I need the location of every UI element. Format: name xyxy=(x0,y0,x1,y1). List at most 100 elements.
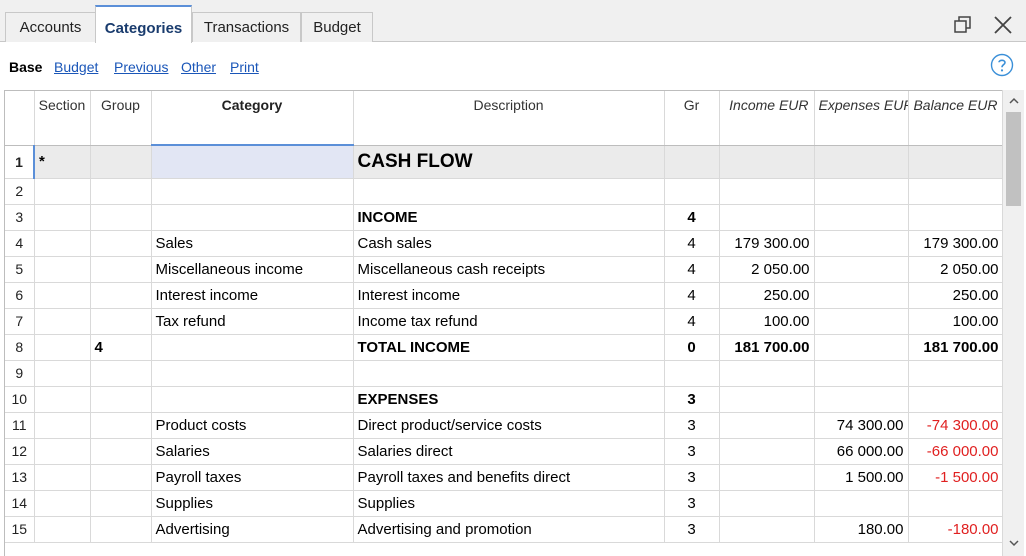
expenses-cell[interactable] xyxy=(814,360,909,387)
gr-cell[interactable]: 3 xyxy=(664,516,720,543)
balance-cell[interactable]: -180.00 xyxy=(908,516,1002,543)
income-cell[interactable] xyxy=(719,145,815,179)
expenses-cell[interactable] xyxy=(814,230,909,257)
row-number[interactable]: 2 xyxy=(5,178,35,205)
balance-cell[interactable]: 2 050.00 xyxy=(908,256,1002,283)
category-cell[interactable]: Payroll taxes xyxy=(151,464,354,491)
table-row[interactable]: 13 Payroll taxes Payroll taxes and benef… xyxy=(5,464,1002,491)
expenses-cell[interactable]: 74 300.00 xyxy=(814,412,909,439)
category-cell[interactable] xyxy=(151,360,354,387)
section-cell[interactable] xyxy=(34,464,91,491)
gr-cell[interactable]: 3 xyxy=(664,412,720,439)
group-cell[interactable]: 4 xyxy=(90,334,152,361)
table-row[interactable]: 6 Interest income Interest income 4 250.… xyxy=(5,282,1002,309)
table-row[interactable]: 11 Product costs Direct product/service … xyxy=(5,412,1002,439)
category-cell[interactable]: Tax refund xyxy=(151,308,354,335)
expenses-cell[interactable] xyxy=(814,145,909,179)
view-previous[interactable]: Previous xyxy=(114,59,168,75)
expenses-cell[interactable]: 180.00 xyxy=(814,516,909,543)
category-cell[interactable] xyxy=(151,386,354,413)
restore-window-icon[interactable] xyxy=(952,14,974,36)
gr-cell[interactable]: 3 xyxy=(664,464,720,491)
income-cell[interactable]: 250.00 xyxy=(719,282,815,309)
category-cell[interactable]: Miscellaneous income xyxy=(151,256,354,283)
table-row[interactable]: 12 Salaries Salaries direct 3 66 000.00 … xyxy=(5,438,1002,465)
table-row[interactable]: 14 Supplies Supplies 3 xyxy=(5,490,1002,517)
table-row[interactable]: 5 Miscellaneous income Miscellaneous cas… xyxy=(5,256,1002,283)
column-header-category[interactable]: Category xyxy=(151,91,354,146)
gr-cell[interactable]: 4 xyxy=(664,308,720,335)
table-row[interactable]: 2 xyxy=(5,178,1002,205)
gr-cell[interactable]: 4 xyxy=(664,256,720,283)
group-cell[interactable] xyxy=(90,464,152,491)
description-cell[interactable]: INCOME xyxy=(353,204,665,231)
row-number[interactable]: 13 xyxy=(5,464,35,491)
description-cell[interactable]: Cash sales xyxy=(353,230,665,257)
table-row[interactable]: 10 EXPENSES 3 xyxy=(5,386,1002,413)
tab-transactions[interactable]: Transactions xyxy=(192,12,301,42)
column-header-group[interactable]: Group xyxy=(90,91,152,146)
balance-cell[interactable]: 179 300.00 xyxy=(908,230,1002,257)
income-cell[interactable]: 100.00 xyxy=(719,308,815,335)
section-cell[interactable] xyxy=(34,282,91,309)
expenses-cell[interactable] xyxy=(814,282,909,309)
expenses-cell[interactable]: 66 000.00 xyxy=(814,438,909,465)
row-number[interactable]: 9 xyxy=(5,360,35,387)
row-number[interactable]: 14 xyxy=(5,490,35,517)
gr-cell[interactable]: 0 xyxy=(664,334,720,361)
expenses-cell[interactable] xyxy=(814,490,909,517)
description-cell[interactable]: Miscellaneous cash receipts xyxy=(353,256,665,283)
column-header-expenses[interactable]: Expenses EUR xyxy=(814,91,909,146)
balance-cell[interactable]: 250.00 xyxy=(908,282,1002,309)
view-other[interactable]: Other xyxy=(181,59,216,75)
section-cell[interactable] xyxy=(34,204,91,231)
section-cell[interactable] xyxy=(34,178,91,205)
gr-cell[interactable]: 3 xyxy=(664,490,720,517)
group-cell[interactable] xyxy=(90,308,152,335)
section-cell[interactable] xyxy=(34,438,91,465)
balance-cell[interactable] xyxy=(908,145,1002,179)
income-cell[interactable] xyxy=(719,386,815,413)
balance-cell[interactable]: 100.00 xyxy=(908,308,1002,335)
income-cell[interactable]: 179 300.00 xyxy=(719,230,815,257)
category-cell[interactable] xyxy=(151,178,354,205)
column-header-section[interactable]: Section xyxy=(34,91,91,146)
section-cell[interactable] xyxy=(34,386,91,413)
gr-cell[interactable]: 4 xyxy=(664,282,720,309)
row-number[interactable]: 5 xyxy=(5,256,35,283)
row-number[interactable]: 12 xyxy=(5,438,35,465)
category-cell[interactable] xyxy=(150,145,354,179)
description-cell[interactable]: EXPENSES xyxy=(353,386,665,413)
group-cell[interactable] xyxy=(90,230,152,257)
description-cell[interactable]: Salaries direct xyxy=(353,438,665,465)
category-cell[interactable] xyxy=(151,334,354,361)
income-cell[interactable] xyxy=(719,360,815,387)
gr-cell[interactable]: 4 xyxy=(664,230,720,257)
gr-cell[interactable]: 4 xyxy=(664,204,720,231)
tab-budget[interactable]: Budget xyxy=(301,12,373,42)
expenses-cell[interactable] xyxy=(814,178,909,205)
group-cell[interactable] xyxy=(90,516,152,543)
table-row[interactable]: 7 Tax refund Income tax refund 4 100.00 … xyxy=(5,308,1002,335)
balance-cell[interactable] xyxy=(908,360,1002,387)
balance-cell[interactable]: -74 300.00 xyxy=(908,412,1002,439)
group-cell[interactable] xyxy=(90,490,152,517)
category-cell[interactable]: Supplies xyxy=(151,490,354,517)
group-cell[interactable] xyxy=(90,386,152,413)
section-cell[interactable] xyxy=(34,230,91,257)
row-number[interactable]: 7 xyxy=(5,308,35,335)
vertical-scrollbar[interactable] xyxy=(1002,90,1024,556)
balance-cell[interactable] xyxy=(908,178,1002,205)
income-cell[interactable] xyxy=(719,412,815,439)
group-cell[interactable] xyxy=(90,204,152,231)
view-budget[interactable]: Budget xyxy=(54,59,98,75)
description-cell[interactable]: CASH FLOW xyxy=(353,145,665,179)
table-row[interactable]: 8 4 TOTAL INCOME 0 181 700.00 181 700.00 xyxy=(5,334,1002,361)
group-cell[interactable] xyxy=(90,282,152,309)
group-cell[interactable] xyxy=(90,178,152,205)
category-cell[interactable]: Salaries xyxy=(151,438,354,465)
chevron-down-icon[interactable] xyxy=(1008,537,1020,549)
description-cell[interactable]: Advertising and promotion xyxy=(353,516,665,543)
balance-cell[interactable] xyxy=(908,490,1002,517)
expenses-cell[interactable] xyxy=(814,204,909,231)
